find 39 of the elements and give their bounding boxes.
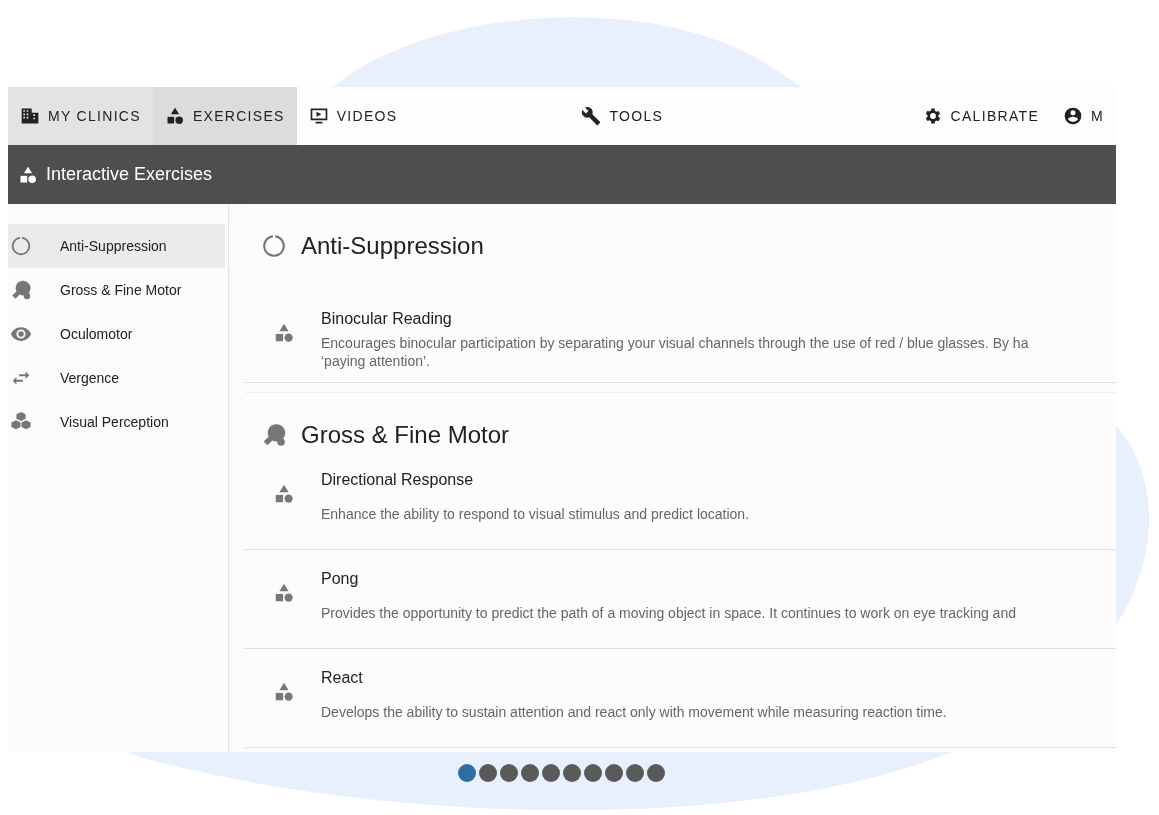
shapes-icon	[18, 164, 38, 185]
exercise-item[interactable]: Pong Provides the opportunity to predict the path of a moving object in space. It continues to work on eye tracking and	[245, 550, 1116, 649]
nav-tab[interactable]: MY CLINICS	[8, 87, 153, 145]
exercise-description: Encourages binocular participation by separating your visual channels through the use of red / blue glasses. By ha ‘paying attention’.	[321, 334, 1029, 370]
sidebar-item[interactable]: Oculomotor	[8, 312, 225, 356]
paddle-icon	[10, 279, 32, 301]
exercise-description: Provides the opportunity to predict the path of a moving object in space. It continues to work on eye tracking and	[321, 604, 1016, 622]
account-button[interactable]: M	[1051, 87, 1116, 145]
ring-icon	[261, 233, 287, 259]
exercise-item[interactable]: Binocular Reading Encourages binocular participation by separating your visual channels through the use of red / blue glasses. By ha ‘paying attention’.	[245, 262, 1116, 383]
shapes-icon	[273, 582, 295, 604]
sidebar-item[interactable]: Vergence	[8, 356, 225, 400]
exercise-title: Directional Response	[321, 471, 475, 489]
shapes-icon	[273, 322, 295, 344]
exercise-item[interactable]: Directional Response Enhance the ability to respond to visual stimulus and predict location.	[245, 451, 1116, 550]
sidebar-item[interactable]: Anti-Suppression	[8, 224, 225, 268]
shapes-icon	[273, 681, 295, 703]
section-title: Anti-Suppression	[301, 232, 484, 260]
exercise-title: Binocular Reading	[321, 310, 453, 328]
nav-tab[interactable]: EXERCISES	[152, 87, 297, 145]
shapes-icon	[273, 483, 295, 505]
paddle-icon	[261, 422, 287, 448]
nav-tab[interactable]: TOOLS	[569, 87, 676, 145]
exercise-description: Develops the ability to sustain attention and react only with movement while measuring reaction time.	[321, 703, 947, 721]
video-icon	[308, 106, 329, 126]
wrench-icon	[581, 106, 602, 126]
exercise-item[interactable]: React Develops the ability to sustain attention and react only with movement while measuring reaction time.	[245, 649, 1116, 748]
sidebar-item[interactable]: Gross & Fine Motor	[8, 268, 225, 312]
section-title: Gross & Fine Motor	[301, 421, 510, 449]
nav-tab[interactable]: VIDEOS	[296, 87, 410, 145]
calibrate-button[interactable]: CALIBRATE	[910, 87, 1052, 145]
exercise-title: React	[321, 669, 364, 687]
building-icon	[20, 106, 40, 126]
exercise-description: Enhance the ability to respond to visual stimulus and predict location.	[321, 505, 750, 523]
header-title: Interactive Exercises	[46, 164, 213, 185]
sidebar-item[interactable]: Visual Perception	[8, 400, 225, 444]
exercise-title: Pong	[321, 570, 360, 588]
account-icon	[1063, 106, 1084, 126]
ring-icon	[10, 235, 32, 257]
